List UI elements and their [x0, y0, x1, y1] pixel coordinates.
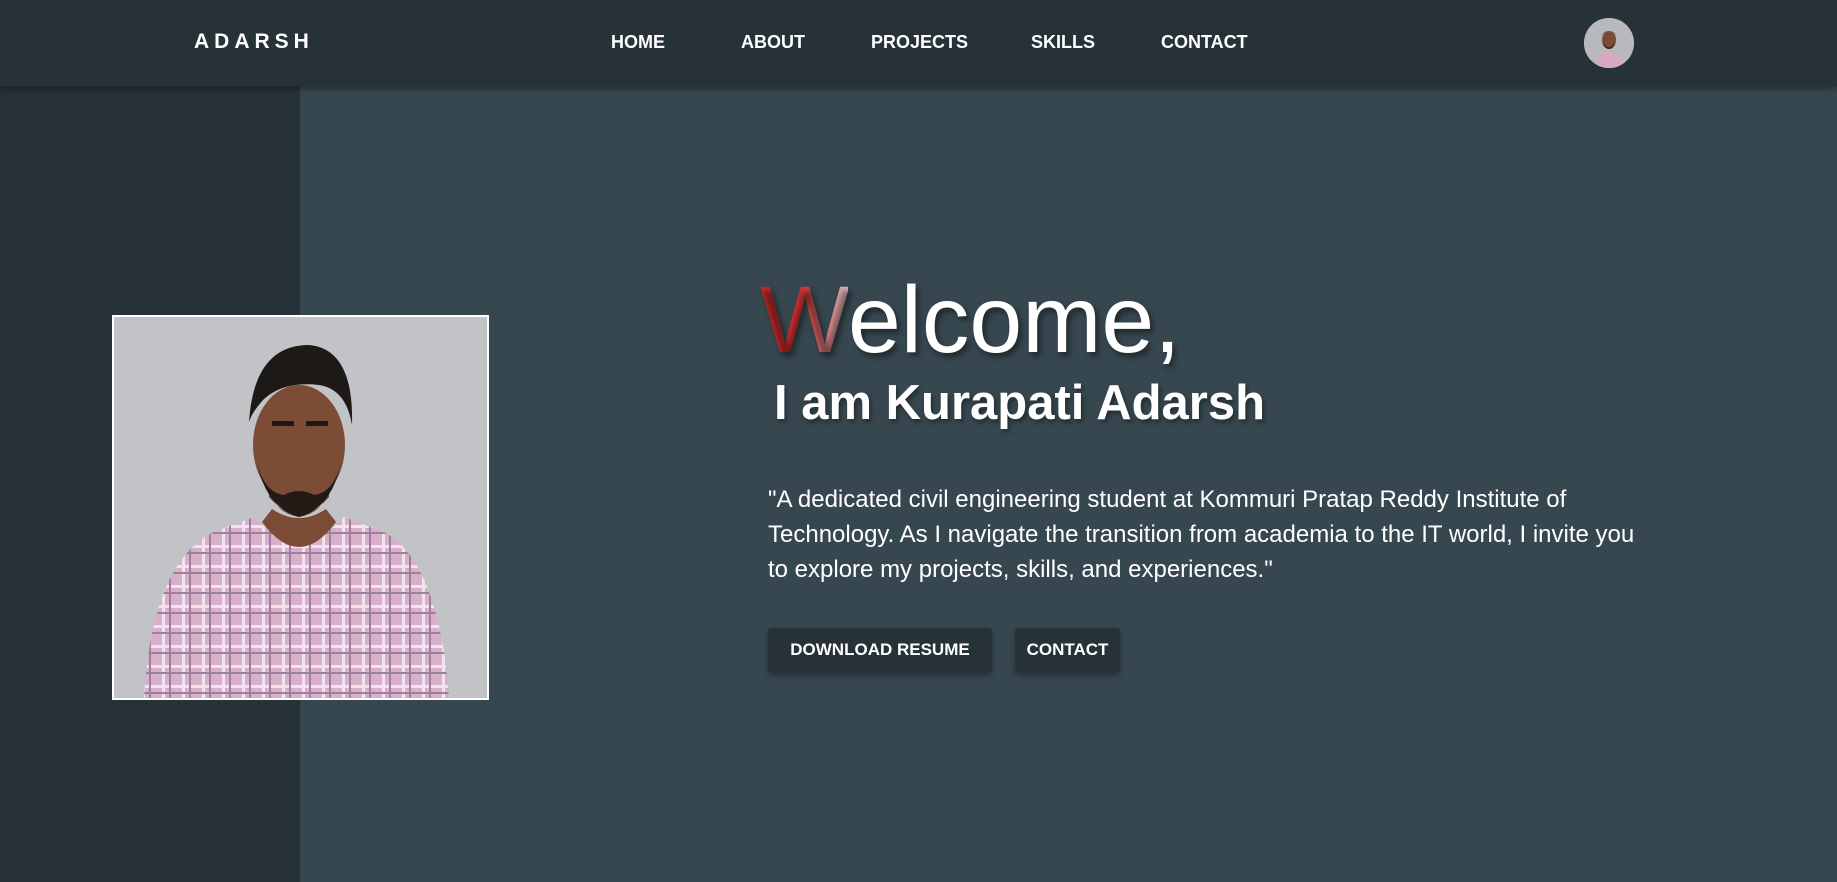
- nav-links: HOME ABOUT PROJECTS SKILLS CONTACT: [0, 0, 1837, 86]
- contact-button[interactable]: CONTACT: [1015, 628, 1120, 672]
- welcome-heading: Welcome,: [760, 265, 1181, 375]
- welcome-rest: elcome,: [847, 267, 1181, 373]
- nav-home[interactable]: HOME: [611, 32, 665, 53]
- download-resume-button[interactable]: DOWNLOAD RESUME: [768, 628, 992, 672]
- nav-contact[interactable]: CONTACT: [1161, 32, 1248, 53]
- name-heading: I am Kurapati Adarsh: [774, 376, 1266, 430]
- nav-projects[interactable]: PROJECTS: [871, 32, 968, 53]
- intro-paragraph: "A dedicated civil engineering student a…: [768, 486, 1635, 583]
- profile-photo: [112, 315, 489, 700]
- top-navbar: ADARSH HOME ABOUT PROJECTS SKILLS CONTAC…: [0, 0, 1837, 86]
- welcome-first-letter: W: [760, 267, 848, 373]
- avatar[interactable]: [1584, 18, 1634, 68]
- profile-portrait: [114, 317, 487, 698]
- nav-about[interactable]: ABOUT: [741, 32, 805, 53]
- nav-skills[interactable]: SKILLS: [1031, 32, 1095, 53]
- avatar-image: [1584, 18, 1634, 68]
